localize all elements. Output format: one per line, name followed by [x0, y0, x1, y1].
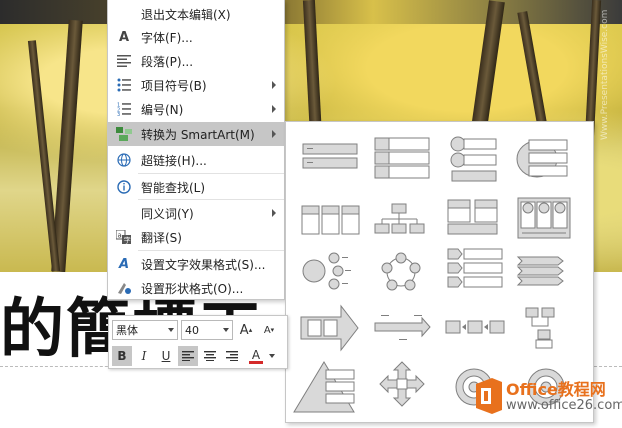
paragraph-icon	[116, 53, 132, 69]
font-color-dropdown[interactable]	[267, 346, 277, 366]
font-icon: A	[118, 29, 130, 45]
smartart-basic-block-list[interactable]	[302, 143, 358, 169]
menu-item-format-shape[interactable]: 设置形状格式(O)...	[108, 276, 284, 300]
menu-item-label: 退出文本编辑(X)	[141, 7, 231, 22]
submenu-arrow-icon	[272, 81, 276, 89]
bold-icon: B	[117, 349, 127, 363]
smartart-step-up-process[interactable]	[525, 307, 555, 349]
font-name-combo[interactable]: 黑体	[112, 320, 178, 340]
underline-button[interactable]: U	[156, 346, 176, 366]
menu-item-synonyms[interactable]: 同义词(Y)	[108, 201, 284, 225]
font-color-swatch	[249, 360, 263, 364]
smartart-basic-process[interactable]	[445, 320, 505, 334]
menu-item-exit-text-edit[interactable]: 退出文本编辑(X)	[108, 2, 284, 26]
underline-icon: U	[161, 349, 171, 363]
chevron-down-icon	[168, 328, 174, 332]
smartart-horizontal-bullet-list[interactable]	[301, 205, 360, 235]
smartart-arrow-process[interactable]	[300, 304, 359, 352]
align-center-button[interactable]	[200, 346, 220, 366]
smartart-vertical-box-list[interactable]	[450, 136, 497, 182]
menu-item-label: 转换为 SmartArt(M)	[141, 127, 255, 142]
font-color-icon: A	[251, 347, 261, 362]
smartart-vertical-chevron-list[interactable]	[447, 248, 503, 288]
chevron-down-icon	[223, 328, 229, 332]
smartart-icon	[116, 126, 132, 142]
menu-item-label: 设置文字效果格式(S)...	[141, 257, 266, 272]
smartart-radial-list[interactable]	[302, 252, 351, 290]
menu-item-bullets[interactable]: 项目符号(B)	[108, 73, 284, 97]
menu-separator	[138, 199, 284, 200]
smartart-chevron-list[interactable]	[516, 256, 564, 286]
menu-item-label: 翻译(S)	[141, 230, 182, 245]
menu-item-label: 段落(P)...	[141, 54, 194, 69]
font-size-combo[interactable]: 40	[181, 320, 233, 340]
tree-trunk	[27, 40, 61, 272]
font-color-button[interactable]: A	[246, 346, 266, 366]
menu-item-format-text-effects[interactable]: A 设置文字效果格式(S)...	[108, 252, 284, 276]
svg-text:字: 字	[124, 236, 131, 245]
menu-item-label: 编号(N)	[141, 102, 184, 117]
menu-item-label: 项目符号(B)	[141, 78, 207, 93]
smartart-trapezoid-list[interactable]	[517, 197, 571, 239]
menu-item-paragraph[interactable]: 段落(P)...	[108, 49, 284, 73]
submenu-arrow-icon	[272, 105, 276, 113]
logo-name: Office教程网	[506, 380, 606, 399]
smartart-vertical-bullet-list[interactable]	[374, 137, 430, 179]
bold-button[interactable]: B	[112, 346, 132, 366]
menu-item-convert-to-smartart[interactable]: 转换为 SmartArt(M)	[108, 122, 284, 146]
hyperlink-icon	[116, 152, 132, 168]
menu-item-smart-lookup[interactable]: 智能查找(L)	[108, 175, 284, 199]
font-name-value: 黑体	[116, 324, 138, 337]
align-right-icon	[226, 351, 238, 361]
smart-lookup-icon	[116, 179, 132, 195]
font-size-value: 40	[185, 323, 199, 337]
menu-separator	[138, 173, 284, 174]
office-logo-icon	[476, 378, 502, 414]
menu-item-label: 智能查找(L)	[141, 180, 206, 195]
smartart-continuous-arrow-process[interactable]	[374, 315, 431, 340]
menu-item-hyperlink[interactable]: 超链接(H)...	[108, 148, 284, 172]
menu-item-label: 同义词(Y)	[141, 206, 194, 221]
side-watermark: Www.PresentationsWise.com	[600, 9, 610, 140]
chevron-down-icon	[269, 354, 275, 358]
grow-font-button[interactable]: A ▴	[236, 320, 256, 340]
smartart-pyramid-list[interactable]	[293, 361, 355, 413]
align-center-icon	[204, 351, 216, 361]
bullets-icon	[116, 77, 132, 93]
translate-icon: a字	[116, 229, 132, 245]
italic-icon: I	[141, 349, 147, 363]
menu-item-numbering[interactable]: 123 编号(N)	[108, 97, 284, 121]
floating-mini-toolbar: 黑体 40 A ▴ A ▾ B I U A	[108, 315, 288, 369]
menu-item-font[interactable]: A 字体(F)...	[108, 25, 284, 49]
logo-url: www.office26.com	[506, 398, 622, 413]
menu-separator	[138, 250, 284, 251]
site-logo: Office教程网 www.office26.com	[470, 372, 622, 423]
align-left-icon	[182, 351, 194, 361]
smartart-target-list[interactable]	[516, 139, 568, 178]
align-left-button[interactable]	[178, 346, 198, 366]
smartart-table-list[interactable]	[447, 199, 498, 235]
submenu-arrow-icon	[272, 130, 276, 138]
shape-format-icon	[116, 280, 132, 296]
smartart-quad-arrows[interactable]	[379, 361, 425, 407]
grow-font-icon: A	[239, 322, 249, 338]
menu-item-label: 超链接(H)...	[141, 153, 207, 168]
svg-text:3: 3	[117, 112, 120, 116]
shrink-font-icon: A	[263, 324, 271, 336]
smartart-cycle-list[interactable]	[381, 252, 421, 291]
italic-button[interactable]: I	[134, 346, 154, 366]
smartart-hierarchy-list[interactable]	[374, 203, 425, 234]
shrink-font-button[interactable]: A ▾	[259, 320, 279, 340]
submenu-arrow-icon	[272, 209, 276, 217]
align-right-button[interactable]	[222, 346, 242, 366]
numbering-icon: 123	[116, 101, 132, 117]
menu-item-translate[interactable]: a字 翻译(S)	[108, 225, 284, 249]
menu-item-label: 字体(F)...	[141, 30, 193, 45]
svg-text:a: a	[118, 232, 122, 240]
text-effects-icon: A	[118, 256, 130, 272]
context-menu: 退出文本编辑(X) A 字体(F)... 段落(P)... 项目符号(B) 12…	[107, 0, 285, 300]
menu-item-label: 设置形状格式(O)...	[141, 281, 244, 296]
